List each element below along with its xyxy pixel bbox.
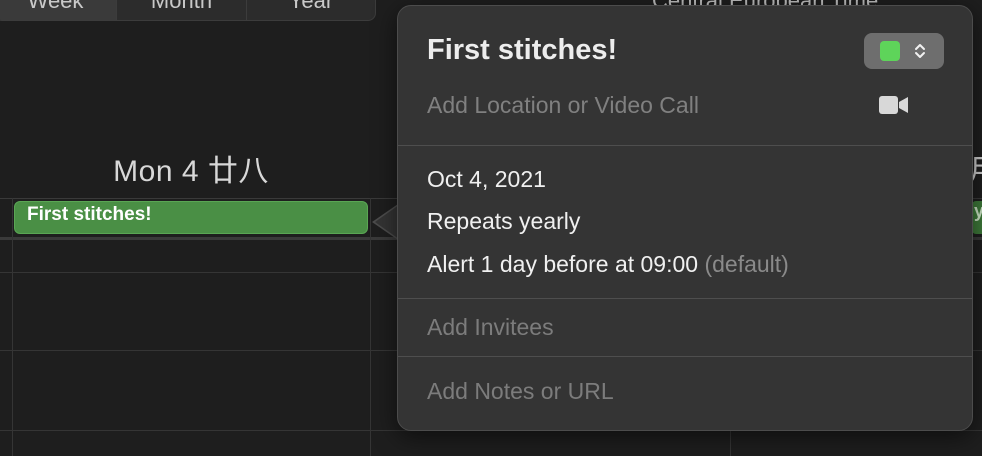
event-date[interactable]: Oct 4, 2021 (427, 166, 546, 193)
divider (398, 298, 972, 299)
tab-month[interactable]: Month (117, 0, 247, 20)
chevron-updown-icon (914, 41, 926, 61)
divider (398, 145, 972, 146)
view-switcher: Week Month Year (0, 0, 376, 21)
event-alert[interactable]: Alert 1 day before at 09:00 (default) (427, 251, 789, 278)
calendar-window: Week Month Year Central European Time Mo… (0, 0, 982, 456)
grid-column-line (370, 198, 371, 456)
event-detail-popover: First stitches! Add Location or Video Ca… (397, 5, 973, 431)
alert-default-note: (default) (704, 251, 789, 277)
divider (398, 356, 972, 357)
event-chip[interactable]: First stitches! (14, 201, 368, 234)
event-title-field[interactable]: First stitches! (427, 34, 617, 67)
calendar-color-picker[interactable] (864, 33, 944, 69)
location-field[interactable]: Add Location or Video Call (427, 92, 699, 119)
popover-pointer-fill (375, 205, 399, 239)
day-header: Mon 4 廿八 (113, 155, 269, 188)
alert-text: Alert 1 day before at 09:00 (427, 251, 699, 277)
video-camera-icon[interactable] (878, 94, 910, 121)
event-repeat[interactable]: Repeats yearly (427, 208, 580, 235)
invitees-field[interactable]: Add Invitees (427, 314, 554, 341)
grid-column-line (12, 198, 13, 456)
tab-year[interactable]: Year (247, 0, 375, 20)
next-day-event-partial[interactable]: y (972, 201, 982, 234)
notes-field[interactable]: Add Notes or URL (427, 378, 614, 405)
tab-week[interactable]: Week (0, 0, 117, 20)
calendar-color-swatch (880, 41, 900, 61)
